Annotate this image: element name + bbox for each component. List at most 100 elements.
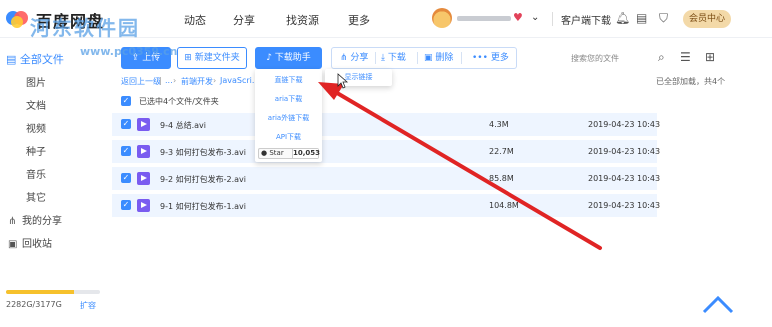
share-icon: ⋔ (340, 53, 348, 63)
nav-dynamic[interactable]: 动态 (184, 12, 206, 28)
file-size: 4.3M (489, 120, 509, 129)
search-input[interactable]: 搜索您的文件 (571, 53, 619, 64)
more-label: 更多 (490, 53, 509, 63)
delete-button[interactable]: ▣ 删除 (424, 48, 453, 68)
menu-item-direct-download[interactable]: 直链下载 (255, 75, 322, 85)
row-checkbox[interactable]: ✓ (121, 146, 131, 156)
download-icon: ⤓ (381, 53, 385, 63)
sidebar-item-label: 回收站 (22, 239, 52, 250)
trash-icon: ▣ (8, 239, 18, 250)
sidebar-item-images[interactable]: 图片 (26, 74, 46, 89)
clipboard-icon[interactable]: ▤ (636, 11, 647, 25)
delete-label: 删除 (435, 53, 454, 63)
link-menu: 显示链接 (325, 69, 392, 86)
download-helper-label: 下载助手 (274, 53, 311, 63)
new-folder-button[interactable]: ⊞ 新建文件夹 (177, 47, 247, 69)
sidebar-item-videos[interactable]: 视频 (26, 120, 46, 135)
row-checkbox[interactable]: ✓ (121, 119, 131, 129)
cloud-logo-icon (6, 11, 28, 28)
bell-icon: ♪ (266, 53, 275, 63)
menu-item-aria-external-download[interactable]: aria外链下载 (255, 113, 322, 123)
video-file-icon (137, 172, 150, 185)
file-name[interactable]: 9-1 如何打包发布-1.avi (160, 201, 246, 212)
menu-item-show-link[interactable]: 显示链接 (325, 72, 392, 82)
nav-more[interactable]: 更多 (348, 12, 370, 28)
breadcrumb-current: JavaScri... (220, 76, 260, 85)
file-name[interactable]: 9-4 总结.avi (160, 120, 206, 131)
vip-heart-icon: ♥ (513, 11, 523, 24)
shirt-icon[interactable]: ⛉ (659, 11, 668, 26)
folder-plus-icon: ⊞ (184, 53, 195, 63)
trash-icon: ▣ (424, 53, 433, 63)
github-icon: ● (261, 149, 268, 157)
share-button[interactable]: ⋔ 分享 (340, 48, 368, 68)
chevron-down-icon[interactable]: ⌄ (531, 12, 539, 23)
share-label: 分享 (350, 53, 369, 63)
storage-quota-fill (6, 290, 74, 294)
storage-quota-bar (6, 290, 100, 294)
divider (417, 52, 418, 64)
sidebar-item-label: 我的分享 (22, 216, 62, 227)
dots-icon: ••• (472, 53, 488, 63)
sidebar-item-label: 全部文件 (19, 53, 64, 66)
sidebar-item-torrents[interactable]: 种子 (26, 143, 46, 158)
search-icon[interactable]: ⌕ (658, 50, 665, 65)
sidebar-item-my-share[interactable]: ⋔ 我的分享 (8, 212, 62, 227)
grid-view-icon[interactable]: ⊞ (705, 50, 715, 64)
breadcrumb-folder[interactable]: 前端开发 (181, 76, 213, 87)
sidebar-item-all-files[interactable]: ▤ 全部文件 (6, 51, 64, 67)
more-button[interactable]: ••• 更多 (472, 48, 509, 68)
sidebar-item-documents[interactable]: 文档 (26, 97, 46, 112)
loaded-count: 已全部加载，共4个 (656, 77, 726, 86)
watermark-url: www.pc0359.cn (80, 45, 178, 58)
breadcrumb-back[interactable]: 返回上一级 (121, 76, 161, 87)
expand-storage-link[interactable]: 扩容 (80, 300, 96, 311)
bell-icon[interactable]: 🔔︎ (615, 11, 630, 25)
select-all-checkbox[interactable]: ✓ (121, 96, 131, 106)
selection-summary: 已选中4个文件/文件夹 (139, 97, 219, 106)
file-date: 2019-04-23 10:43 (588, 120, 661, 129)
back-to-top-icon[interactable] (700, 292, 736, 316)
file-date: 2019-04-23 10:43 (588, 147, 661, 156)
video-file-icon (137, 118, 150, 131)
avatar[interactable] (432, 8, 452, 28)
client-download-link[interactable]: 客户端下载 (561, 12, 611, 27)
file-date: 2019-04-23 10:43 (588, 174, 661, 183)
download-helper-menu: 直链下载 aria下载 aria外链下载 API下载 ● Star 10,053 (255, 69, 322, 162)
download-helper-button[interactable]: ♪ 下载助手 (255, 47, 322, 69)
sort-icon[interactable]: ☰ (680, 50, 691, 64)
breadcrumb-ellipsis[interactable]: ... (165, 76, 173, 85)
divider (375, 52, 376, 64)
new-folder-label: 新建文件夹 (194, 53, 240, 63)
file-size: 104.8M (489, 201, 519, 210)
nav-find-resources[interactable]: 找资源 (286, 12, 319, 28)
star-count: 10,053 (292, 149, 321, 158)
breadcrumb-separator: | (159, 76, 162, 85)
sidebar-item-others[interactable]: 其它 (26, 189, 46, 204)
divider (461, 52, 462, 64)
video-file-icon (137, 199, 150, 212)
file-name[interactable]: 9-2 如何打包发布-2.avi (160, 174, 246, 185)
storage-quota-text: 2282G/3177G (6, 300, 62, 309)
breadcrumb-separator: › (173, 76, 177, 85)
video-file-icon (137, 145, 150, 158)
nav-share[interactable]: 分享 (233, 12, 255, 28)
sidebar-item-recycle-bin[interactable]: ▣ 回收站 (8, 235, 52, 250)
sidebar: ▤ 全部文件 图片 文档 视频 种子 音乐 其它 ⋔ 我的分享 ▣ 回收站 (0, 38, 108, 327)
star-label: Star (269, 149, 284, 157)
file-size: 22.7M (489, 147, 514, 156)
row-checkbox[interactable]: ✓ (121, 173, 131, 183)
watermark-title: 河东软件园 (30, 16, 140, 40)
row-checkbox[interactable]: ✓ (121, 200, 131, 210)
download-button[interactable]: ⤓ 下载 (381, 48, 406, 68)
file-date: 2019-04-23 10:43 (588, 201, 661, 210)
menu-item-api-download[interactable]: API下载 (255, 132, 322, 142)
file-size: 85.8M (489, 174, 514, 183)
menu-item-aria-download[interactable]: aria下载 (255, 94, 322, 104)
file-name[interactable]: 9-3 如何打包发布-3.avi (160, 147, 246, 158)
username-blurred[interactable] (457, 16, 511, 21)
download-label: 下载 (387, 53, 406, 63)
sidebar-item-music[interactable]: 音乐 (26, 166, 46, 181)
github-star-badge[interactable]: ● Star 10,053 (258, 148, 321, 159)
vip-center-button[interactable]: 会员中心 (683, 10, 731, 28)
